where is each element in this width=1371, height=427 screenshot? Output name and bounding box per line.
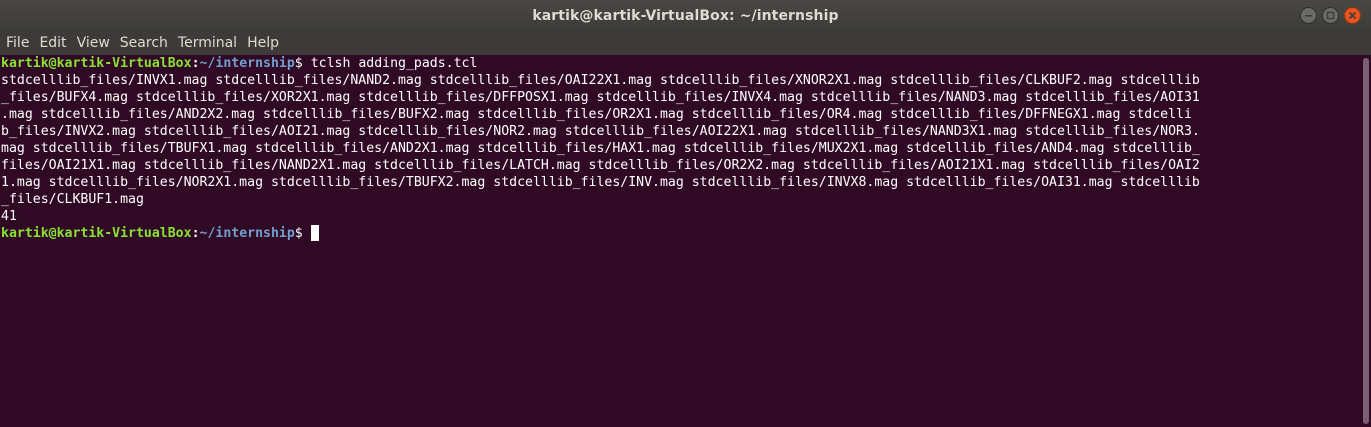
prompt-user-host: kartik@kartik-VirtualBox xyxy=(1,226,192,241)
output-line: _files/CLKBUF1.mag xyxy=(1,192,144,207)
menu-edit[interactable]: Edit xyxy=(34,32,71,55)
prompt-path: ~/internship xyxy=(199,56,295,71)
close-button[interactable] xyxy=(1344,7,1361,24)
window-controls xyxy=(1300,7,1361,24)
menu-bar: File Edit View Search Terminal Help xyxy=(0,32,1371,55)
terminal-window: kartik@kartik-VirtualBox: ~/internship F… xyxy=(0,0,1371,427)
active-prompt-line[interactable]: kartik@kartik-VirtualBox:~/internship$ xyxy=(1,225,1360,242)
scrollbar-thumb[interactable] xyxy=(1363,58,1369,424)
output-line: files/OAI21X1.mag stdcelllib_files/NAND2… xyxy=(1,158,1200,173)
scrollbar[interactable] xyxy=(1360,55,1371,427)
menu-file[interactable]: File xyxy=(1,32,34,55)
close-icon xyxy=(1348,11,1357,20)
prompt-colon: : xyxy=(191,56,200,71)
output-line: b_files/INVX2.mag stdcelllib_files/AOI21… xyxy=(1,124,1200,139)
prompt-path: ~/internship xyxy=(199,226,295,241)
menu-search[interactable]: Search xyxy=(115,32,173,55)
command-line: kartik@kartik-VirtualBox:~/internship$ t… xyxy=(1,55,1360,72)
menu-view[interactable]: View xyxy=(72,32,115,55)
prompt-dollar: $ xyxy=(294,226,311,241)
output-line: _files/BUFX4.mag stdcelllib_files/XOR2X1… xyxy=(1,90,1200,105)
menu-terminal[interactable]: Terminal xyxy=(173,32,242,55)
prompt-dollar: $ xyxy=(294,56,311,71)
output-line: mag stdcelllib_files/TBUFX1.mag stdcelll… xyxy=(1,141,1200,156)
prompt-colon: : xyxy=(191,226,200,241)
output-line: 41 xyxy=(1,209,17,224)
maximize-button[interactable] xyxy=(1322,7,1339,24)
terminal-area[interactable]: kartik@kartik-VirtualBox:~/internship$ t… xyxy=(0,55,1360,427)
output-line: 1.mag stdcelllib_files/NOR2X1.mag stdcel… xyxy=(1,175,1200,190)
menu-help[interactable]: Help xyxy=(242,32,284,55)
output-line: .mag stdcelllib_files/AND2X2.mag stdcell… xyxy=(1,107,1192,122)
maximize-icon xyxy=(1326,11,1335,20)
window-title: kartik@kartik-VirtualBox: ~/internship xyxy=(532,8,839,24)
title-bar[interactable]: kartik@kartik-VirtualBox: ~/internship xyxy=(0,0,1371,32)
minimize-button[interactable] xyxy=(1300,7,1317,24)
text-cursor xyxy=(310,225,319,241)
prompt-user-host: kartik@kartik-VirtualBox xyxy=(1,56,192,71)
output-line: stdcelllib_files/INVX1.mag stdcelllib_fi… xyxy=(1,73,1200,88)
command-text: tclsh adding_pads.tcl xyxy=(310,56,478,71)
minimize-icon xyxy=(1305,15,1312,17)
